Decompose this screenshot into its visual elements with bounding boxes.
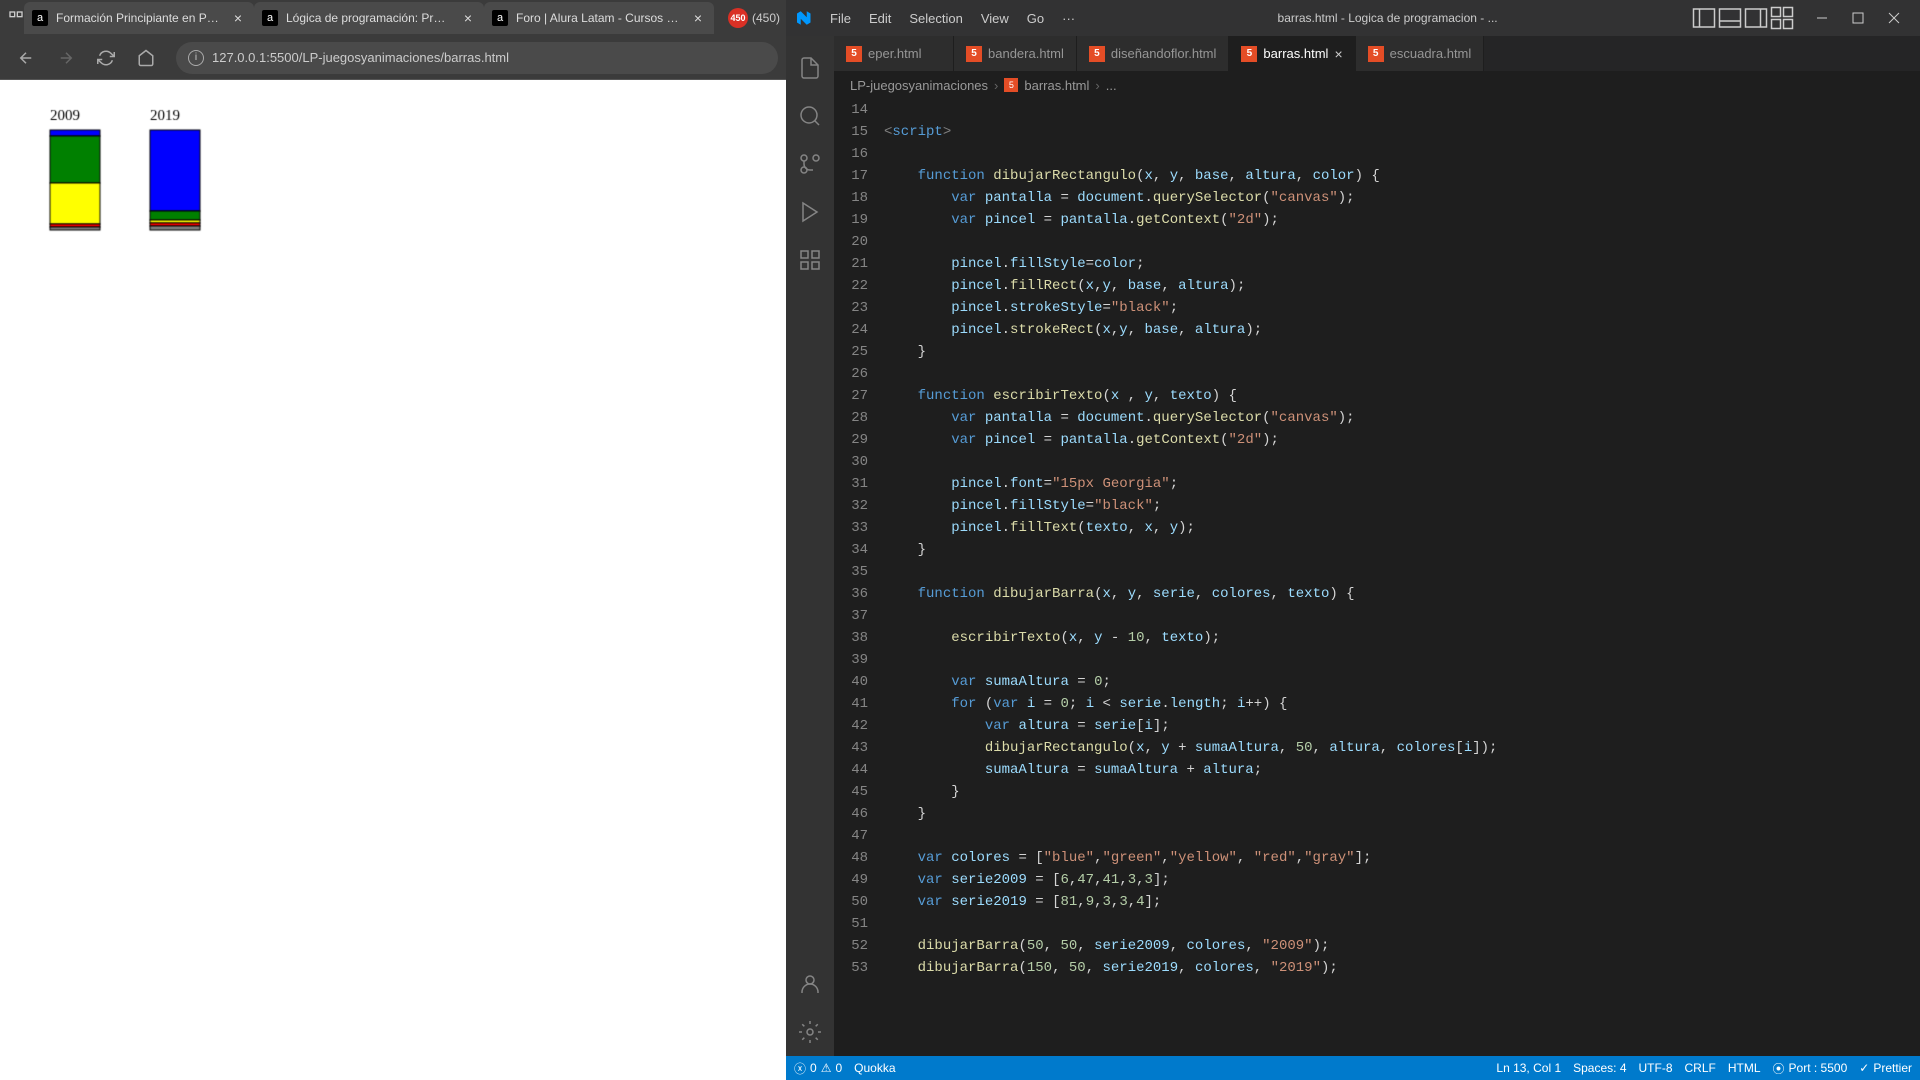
status-lang[interactable]: HTML bbox=[1728, 1061, 1761, 1075]
favicon-alura-icon: a bbox=[492, 10, 508, 26]
menu-more-icon[interactable]: ··· bbox=[1054, 7, 1083, 30]
activity-account-icon[interactable] bbox=[786, 960, 834, 1008]
layout-toggle-right-icon[interactable] bbox=[1744, 6, 1768, 30]
chart-canvas bbox=[0, 80, 786, 480]
favicon-alura-icon: a bbox=[262, 10, 278, 26]
status-spaces[interactable]: Spaces: 4 bbox=[1573, 1061, 1626, 1075]
html5-icon: 5 bbox=[966, 46, 982, 62]
close-tab-icon[interactable]: × bbox=[460, 10, 476, 26]
html5-icon: 5 bbox=[1089, 46, 1105, 62]
window-maximize-icon[interactable] bbox=[1840, 4, 1876, 32]
notification-count: (450) bbox=[752, 11, 780, 25]
editor-tab-label: diseñandoflor.html bbox=[1111, 46, 1217, 61]
layout-toggle-panel-icon[interactable] bbox=[1718, 6, 1742, 30]
notification-badge[interactable]: 450 (450) bbox=[722, 6, 786, 30]
breadcrumb[interactable]: LP-juegosyanimaciones › 5 barras.html › … bbox=[834, 71, 1920, 99]
error-icon: ⓧ bbox=[794, 1060, 806, 1077]
browser-tab-0[interactable]: a Formación Principiante en Progra × bbox=[24, 2, 254, 34]
close-tab-icon[interactable]: × bbox=[230, 10, 246, 26]
html5-icon: 5 bbox=[1241, 46, 1257, 62]
layout-customize-icon[interactable] bbox=[1770, 6, 1794, 30]
check-icon: ✓ bbox=[1859, 1061, 1869, 1075]
tab-label: Foro | Alura Latam - Cursos onlin bbox=[516, 11, 682, 25]
activity-explorer-icon[interactable] bbox=[786, 44, 834, 92]
editor-tab-label: escuadra.html bbox=[1390, 46, 1472, 61]
page-content bbox=[0, 80, 786, 1080]
editor-tab-1[interactable]: 5 bandera.html bbox=[954, 36, 1077, 71]
close-tab-icon[interactable]: × bbox=[1334, 46, 1342, 62]
menu-go[interactable]: Go bbox=[1019, 7, 1052, 30]
status-errors-warnings[interactable]: ⓧ 0 ⚠ 0 bbox=[794, 1060, 842, 1077]
editor-tab-label: bandera.html bbox=[988, 46, 1064, 61]
address-bar[interactable]: i 127.0.0.1:5500/LP-juegosyanimaciones/b… bbox=[176, 42, 778, 74]
window-minimize-icon[interactable] bbox=[1804, 4, 1840, 32]
browser-tab-1[interactable]: a Lógica de programación: Practic × bbox=[254, 2, 484, 34]
chevron-right-icon: › bbox=[1095, 78, 1099, 93]
editor-tab-label: eper.html bbox=[868, 46, 921, 61]
activity-run-debug-icon[interactable] bbox=[786, 188, 834, 236]
vscode-logo-icon bbox=[794, 9, 812, 27]
editor-tab-0[interactable]: 5 eper.html bbox=[834, 36, 954, 71]
status-ln-col[interactable]: Ln 13, Col 1 bbox=[1496, 1061, 1561, 1075]
status-port[interactable]: ⦿ Port : 5500 bbox=[1773, 1060, 1848, 1077]
tab-label: Lógica de programación: Practic bbox=[286, 11, 452, 25]
html5-icon: 5 bbox=[1368, 46, 1384, 62]
menu-selection[interactable]: Selection bbox=[901, 7, 970, 30]
browser-tab-2[interactable]: a Foro | Alura Latam - Cursos onlin × bbox=[484, 2, 714, 34]
editor-tab-3[interactable]: 5 barras.html × bbox=[1229, 36, 1355, 71]
notification-icon: 450 bbox=[728, 8, 748, 28]
code-content[interactable]: <script> function dibujarRectangulo(x, y… bbox=[884, 99, 1900, 1056]
activity-source-control-icon[interactable] bbox=[786, 140, 834, 188]
layout-toggle-sidebar-icon[interactable] bbox=[1692, 6, 1716, 30]
menu-file[interactable]: File bbox=[822, 7, 859, 30]
tab-overview-button[interactable] bbox=[8, 4, 24, 32]
nav-refresh-button[interactable] bbox=[88, 40, 124, 76]
minimap[interactable] bbox=[1900, 99, 1920, 1056]
activity-extensions-icon[interactable] bbox=[786, 236, 834, 284]
breadcrumb-rest: ... bbox=[1106, 78, 1117, 93]
favicon-alura-icon: a bbox=[32, 10, 48, 26]
warning-icon: ⚠ bbox=[821, 1061, 832, 1075]
chevron-right-icon: › bbox=[994, 78, 998, 93]
editor-tab-label: barras.html bbox=[1263, 46, 1328, 61]
nav-home-button[interactable] bbox=[128, 40, 164, 76]
line-gutter: 14 15 16 17 18 19 20 21 22 23 24 25 26 2… bbox=[834, 99, 884, 1056]
activity-settings-icon[interactable] bbox=[786, 1008, 834, 1056]
menu-edit[interactable]: Edit bbox=[861, 7, 899, 30]
broadcast-icon: ⦿ bbox=[1773, 1060, 1785, 1077]
activity-search-icon[interactable] bbox=[786, 92, 834, 140]
html5-icon: 5 bbox=[846, 46, 862, 62]
breadcrumb-file: barras.html bbox=[1024, 78, 1089, 93]
editor-tab-4[interactable]: 5 escuadra.html bbox=[1356, 36, 1485, 71]
nav-back-button[interactable] bbox=[8, 40, 44, 76]
html5-icon: 5 bbox=[1004, 78, 1018, 92]
menu-view[interactable]: View bbox=[973, 7, 1017, 30]
close-tab-icon[interactable]: × bbox=[690, 10, 706, 26]
window-close-icon[interactable] bbox=[1876, 4, 1912, 32]
tab-label: Formación Principiante en Progra bbox=[56, 11, 222, 25]
status-quokka[interactable]: Quokka bbox=[854, 1061, 895, 1075]
nav-forward-button bbox=[48, 40, 84, 76]
status-encoding[interactable]: UTF-8 bbox=[1639, 1061, 1673, 1075]
status-prettier[interactable]: ✓ Prettier bbox=[1859, 1061, 1912, 1075]
breadcrumb-folder: LP-juegosyanimaciones bbox=[850, 78, 988, 93]
window-title: barras.html - Logica de programacion - .… bbox=[1085, 11, 1690, 25]
status-eol[interactable]: CRLF bbox=[1685, 1061, 1716, 1075]
site-info-icon[interactable]: i bbox=[188, 50, 204, 66]
editor-tab-2[interactable]: 5 diseñandoflor.html bbox=[1077, 36, 1230, 71]
url-text: 127.0.0.1:5500/LP-juegosyanimaciones/bar… bbox=[212, 50, 766, 65]
